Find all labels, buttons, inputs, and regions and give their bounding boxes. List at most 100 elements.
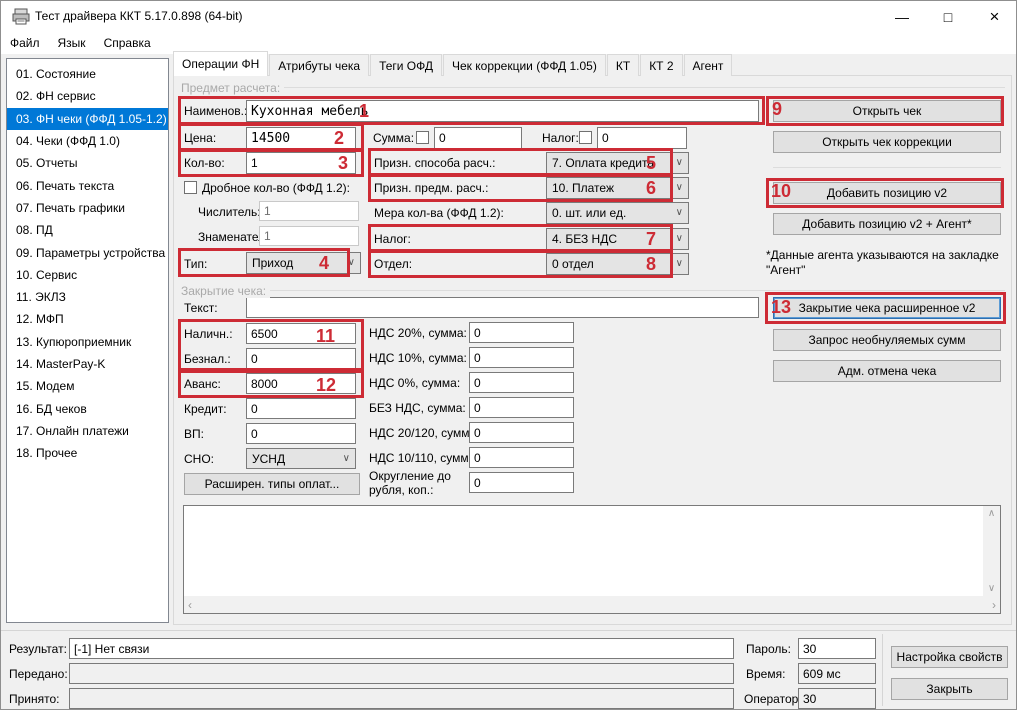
sent-label: Передано: [9,667,68,681]
menu-help[interactable]: Справка [95,32,160,54]
tab-tegi-ofd[interactable]: Теги ОФД [370,54,442,76]
text-label: Текст: [184,301,218,315]
sidebar-item-10-servis[interactable]: 10. Сервис [7,264,168,286]
measure-combobox[interactable]: 0. шт. или ед. ∨ [546,202,689,224]
sidebar-item-05-otchety[interactable]: 05. Отчеты [7,152,168,174]
tab-operacii-fn[interactable]: Операции ФН [173,51,268,76]
menu-language[interactable]: Язык [49,32,95,54]
maximize-icon[interactable]: □ [925,1,971,32]
app-icon [12,8,30,25]
scroll-down-icon[interactable]: ∨ [988,583,995,596]
sidebar-item-04-cheki[interactable]: 04. Чеки (ФФД 1.0) [7,130,168,152]
menu-file[interactable]: Файл [1,32,49,54]
log-textarea[interactable]: ∧ ∨ ‹ › [183,505,1001,614]
denominator-input[interactable]: 1 [259,226,359,246]
received-label: Принято: [9,692,60,706]
chevron-down-icon: ∨ [343,454,350,464]
sidebar-item-07-pechat-grafiki[interactable]: 07. Печать графики [7,197,168,219]
payment-subject-combobox[interactable]: 10. Платеж ∨ [546,177,689,199]
sidebar-item-14-masterpay[interactable]: 14. MasterPay-K [7,353,168,375]
sidebar-item-01-sostoyanie[interactable]: 01. Состояние [7,63,168,85]
status-panel-divider [882,634,883,706]
add-position-v2-button[interactable]: Добавить позицию v2 [773,182,1001,204]
tab-kt2[interactable]: КТ 2 [640,54,682,76]
type-label: Тип: [184,257,207,271]
name-label: Наименов.: [184,104,247,118]
add-position-v2-agent-button[interactable]: Добавить позицию v2 + Агент* [773,213,1001,235]
tab-chek-korrekcii[interactable]: Чек коррекции (ФФД 1.05) [443,54,606,76]
admin-cancel-receipt-button[interactable]: Адм. отмена чека [773,360,1001,382]
rounding-input[interactable]: 0 [469,472,574,493]
sidebar-item-06-pechat-teksta[interactable]: 06. Печать текста [7,174,168,196]
credit-input[interactable]: 0 [246,398,356,419]
tab-kt[interactable]: КТ [607,54,639,76]
sum-input[interactable]: 0 [434,127,522,149]
tax-input[interactable]: 0 [597,127,687,149]
settings-button[interactable]: Настройка свойств [891,646,1008,668]
password-input[interactable]: 30 [798,638,876,659]
close-app-button[interactable]: Закрыть [891,678,1008,700]
sidebar-item-11-eklz[interactable]: 11. ЭКЛЗ [7,286,168,308]
sidebar-item-03-fn-cheki[interactable]: 03. ФН чеки (ФФД 1.05-1.2) [7,108,168,130]
type-combobox[interactable]: Приход ∨ [246,252,361,274]
vat10-input[interactable]: 0 [469,347,574,368]
vat0-input[interactable]: 0 [469,372,574,393]
sidebar-item-18-prochee[interactable]: 18. Прочее [7,442,168,464]
text-input[interactable] [246,297,759,318]
scroll-right-icon[interactable]: › [992,598,996,612]
vertical-scrollbar[interactable]: ∧ ∨ [983,506,1000,596]
sidebar-item-13-kupyuropriemnik[interactable]: 13. Купюроприемник [7,331,168,353]
sidebar-item-08-pd[interactable]: 08. ПД [7,219,168,241]
sidebar-item-17-onlayn-platezhi[interactable]: 17. Онлайн платежи [7,420,168,442]
time-field: 609 мс [798,663,876,684]
open-correction-receipt-button[interactable]: Открыть чек коррекции [773,131,1001,153]
vp-input[interactable]: 0 [246,423,356,444]
vat20120-input[interactable]: 0 [469,422,574,443]
department-combobox[interactable]: 0 отдел ∨ [546,253,689,275]
vp-label: ВП: [184,427,204,441]
minimize-icon[interactable]: — [879,1,925,32]
scroll-left-icon[interactable]: ‹ [188,598,192,612]
tab-agent[interactable]: Агент [684,54,733,76]
close-receipt-extended-v2-button[interactable]: Закрытие чека расширенное v2 [773,297,1001,319]
chevron-down-icon: ∨ [676,259,683,269]
advance-input[interactable]: 8000 [246,373,356,394]
password-label: Пароль: [746,642,791,656]
tax-checkbox[interactable] [579,131,592,144]
cashless-input[interactable]: 0 [246,348,356,369]
request-nonzeroed-sums-button[interactable]: Запрос необнуляемых сумм [773,329,1001,351]
sidebar-item-15-modem[interactable]: 15. Модем [7,375,168,397]
operator-field: 30 [798,688,876,709]
extended-payment-types-button[interactable]: Расширен. типы оплат... [184,473,360,495]
sum-label: Сумма: [373,131,414,145]
fraction-checkbox[interactable] [184,181,197,194]
scroll-up-icon[interactable]: ∧ [988,506,995,519]
sno-combobox[interactable]: УСНД ∨ [246,448,356,469]
payment-subject-label: Призн. предм. расч.: [374,181,488,195]
horizontal-scrollbar[interactable]: ‹ › [184,596,1000,613]
sidebar-item-02-fn-servis[interactable]: 02. ФН сервис [7,85,168,107]
sidebar-item-12-mfp[interactable]: 12. МФП [7,308,168,330]
open-receipt-button[interactable]: Открыть чек [773,100,1001,122]
payment-method-combobox[interactable]: 7. Оплата кредита ∨ [546,152,689,174]
novat-input[interactable]: 0 [469,397,574,418]
vat10110-input[interactable]: 0 [469,447,574,468]
tax-label: Налог: [542,131,579,145]
annotation-number-6: 6 [646,179,656,197]
name-input[interactable]: Кухонная мебель [246,100,759,122]
sidebar-item-09-parametry[interactable]: 09. Параметры устройства [7,241,168,263]
vat-rate-combobox[interactable]: 4. БЕЗ НДС ∨ [546,228,689,250]
vat10110-label: НДС 10/110, сумма: [369,451,479,465]
sum-checkbox[interactable] [416,131,429,144]
numerator-input[interactable]: 1 [259,201,359,221]
tab-atributy-cheka[interactable]: Атрибуты чека [269,54,369,76]
subject-group-label: Предмет расчета: [181,81,284,95]
sidebar-item-16-bd-chekov[interactable]: 16. БД чеков [7,397,168,419]
result-field: [-1] Нет связи [69,638,734,659]
cash-input[interactable]: 6500 [246,323,356,344]
cash-label: Наличн.: [184,327,233,341]
vat0-label: НДС 0%, сумма: [369,376,460,390]
actions-divider [773,167,1001,168]
close-icon[interactable]: × [971,1,1017,32]
vat20-input[interactable]: 0 [469,322,574,343]
